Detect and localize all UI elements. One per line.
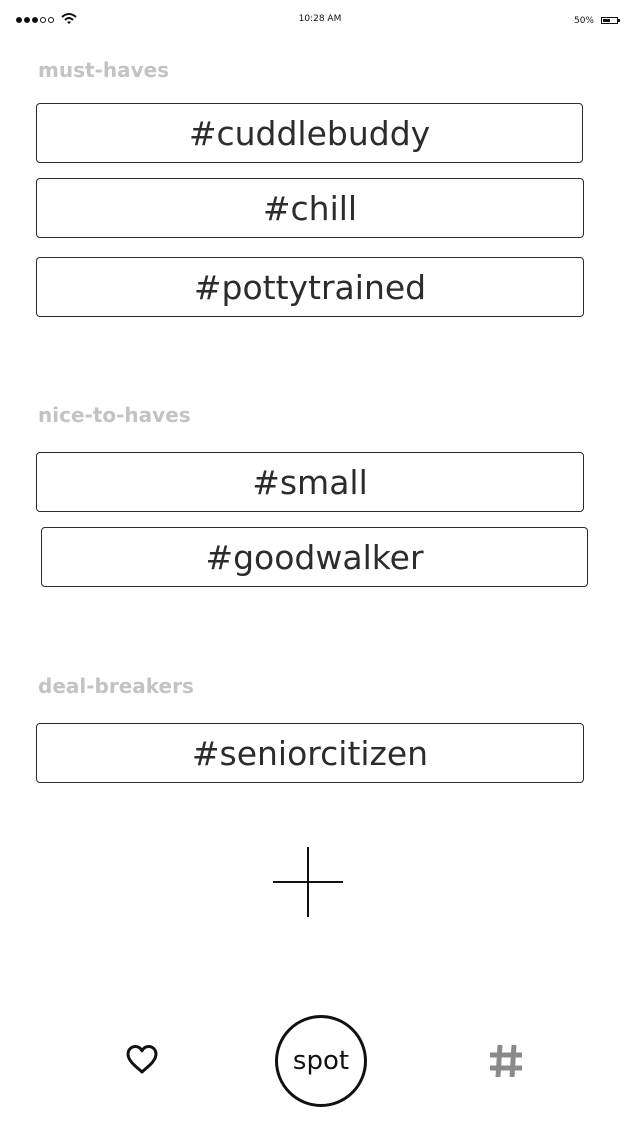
tag-small[interactable]: #small [36, 452, 584, 512]
battery-percent: 50% [573, 16, 594, 26]
hash-icon[interactable] [488, 1043, 524, 1079]
tag-goodwalker[interactable]: #goodwalker [41, 527, 588, 587]
spot-button[interactable]: spot [275, 1015, 367, 1107]
heart-icon[interactable] [125, 1043, 159, 1075]
tag-seniorcitizen[interactable]: #seniorcitizen [36, 723, 584, 783]
tag-chill[interactable]: #chill [36, 178, 584, 238]
spot-label: spot [292, 1046, 350, 1076]
status-time: 10:28 AM [298, 14, 342, 24]
tag-pottytrained[interactable]: #pottytrained [36, 257, 584, 317]
section-heading-deal-breakers: deal-breakers [38, 674, 194, 698]
section-heading-must-haves: must-haves [38, 58, 170, 82]
battery-icon [601, 17, 620, 24]
section-heading-nice-to-haves: nice-to-haves [38, 403, 191, 427]
status-bar: 10:28 AM 50% [0, 0, 640, 40]
add-tag-button[interactable] [273, 847, 343, 917]
tag-cuddlebuddy[interactable]: #cuddlebuddy [36, 103, 583, 163]
